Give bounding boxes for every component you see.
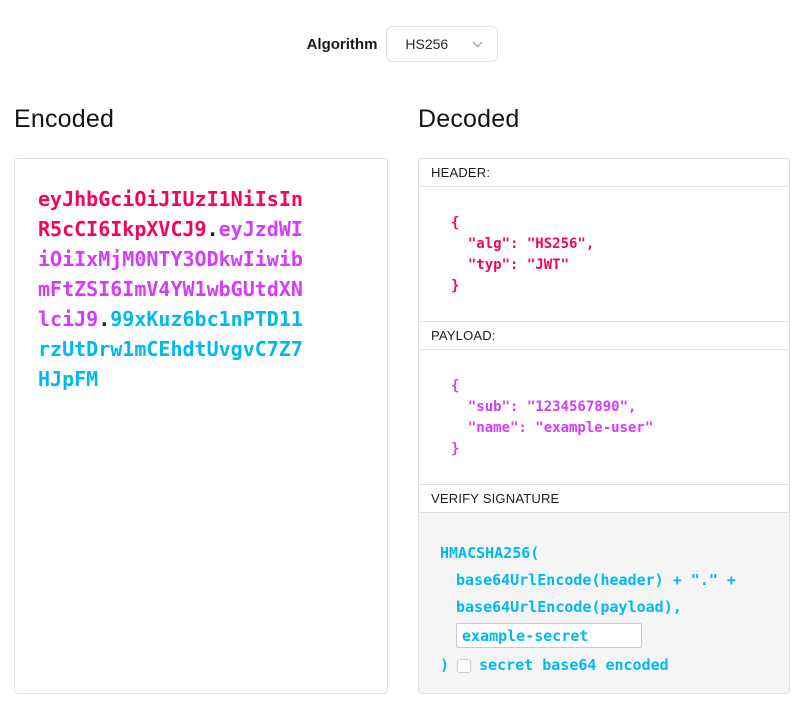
decoded-panel: HEADER: { "alg": "HS256", "typ": "JWT" }…: [418, 158, 790, 694]
signature-close-row: ) secret base64 encoded: [440, 652, 779, 679]
jwt-debugger-page: Algorithm HS256 Encoded eyJhbGciOiJIUzI1…: [0, 0, 805, 722]
base64-encoded-checkbox[interactable]: [457, 659, 471, 673]
signature-close-paren: ): [440, 652, 449, 679]
base64-encoded-label[interactable]: secret base64 encoded: [479, 652, 669, 679]
encoded-column: Encoded eyJhbGciOiJIUzI1NiIsInR5cCI6IkpX…: [14, 104, 388, 694]
signature-hmac-line: HMACSHA256(: [440, 540, 779, 567]
columns: Encoded eyJhbGciOiJIUzI1NiIsInR5cCI6IkpX…: [0, 104, 805, 694]
algorithm-row: Algorithm HS256: [0, 0, 805, 62]
encoded-token-text[interactable]: eyJhbGciOiJIUzI1NiIsInR5cCI6IkpXVCJ9.eyJ…: [38, 184, 305, 394]
encoded-title: Encoded: [14, 104, 388, 134]
algorithm-label: Algorithm: [307, 36, 378, 53]
header-section-label: HEADER:: [419, 159, 789, 187]
payload-section-label: PAYLOAD:: [419, 322, 789, 350]
encoded-token-editor[interactable]: eyJhbGciOiJIUzI1NiIsInR5cCI6IkpXVCJ9.eyJ…: [14, 158, 388, 694]
signature-encode-payload-line: base64UrlEncode(payload),: [440, 594, 779, 621]
verify-signature-section-label: VERIFY SIGNATURE: [419, 485, 789, 513]
payload-json-editor[interactable]: { "sub": "1234567890", "name": "example-…: [419, 350, 789, 485]
header-json-editor[interactable]: { "alg": "HS256", "typ": "JWT" }: [419, 187, 789, 322]
algorithm-selected-value: HS256: [405, 36, 448, 52]
secret-input[interactable]: [456, 623, 642, 648]
token-separator-dot-2: .: [98, 307, 110, 331]
signature-encode-header-line: base64UrlEncode(header) + "." +: [440, 567, 779, 594]
decoded-title: Decoded: [418, 104, 790, 134]
verify-signature-editor: HMACSHA256( base64UrlEncode(header) + ".…: [419, 513, 789, 693]
algorithm-select[interactable]: HS256: [386, 26, 498, 62]
decoded-column: Decoded HEADER: { "alg": "HS256", "typ":…: [418, 104, 790, 694]
token-separator-dot-1: .: [207, 217, 219, 241]
chevron-down-icon: [472, 41, 483, 48]
